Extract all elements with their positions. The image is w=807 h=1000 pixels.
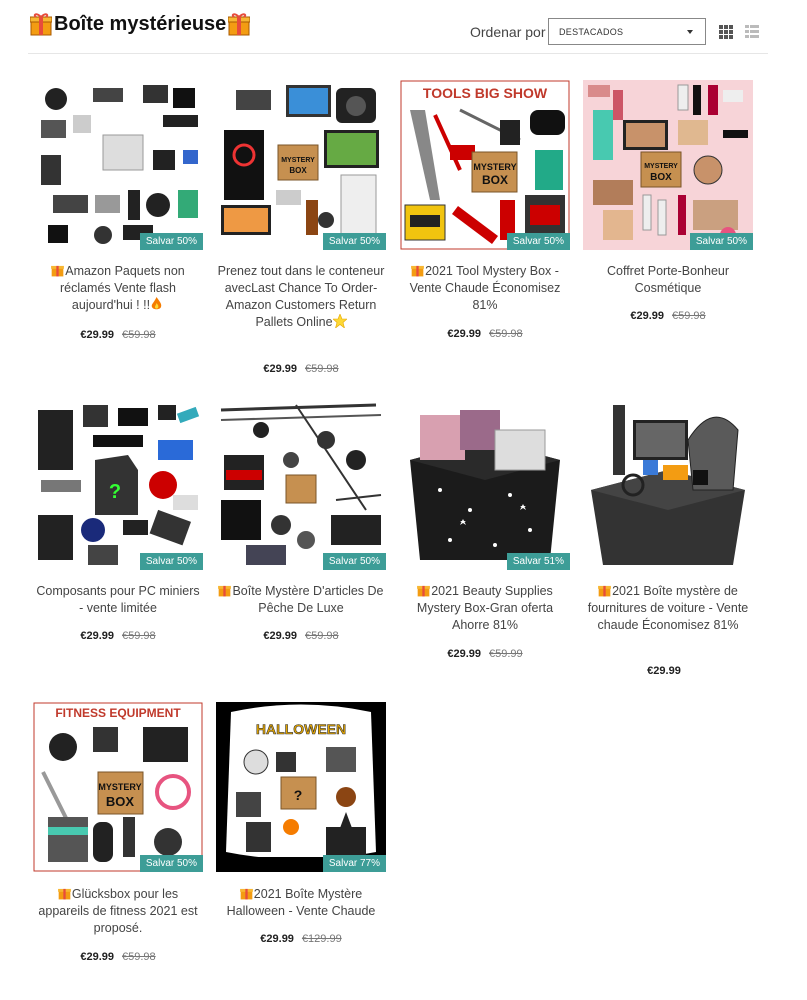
- sale-price: €29.99: [263, 363, 297, 375]
- sale-price: €29.99: [260, 933, 294, 945]
- svg-text:MYSTERY: MYSTERY: [98, 782, 141, 792]
- discount-badge: Salvar 50%: [139, 233, 203, 250]
- product-prices: €29.99 €59.99: [400, 648, 570, 660]
- sort-dropdown[interactable]: DESTACADOS: [548, 18, 706, 45]
- svg-text:?: ?: [109, 481, 121, 503]
- product-image[interactable]: FITNESS EQUIPMENT MYSTERY BOX Salvar 50%: [33, 702, 203, 872]
- svg-text:?: ?: [294, 787, 303, 803]
- collection-title: Boîte mystérieuse: [54, 12, 227, 35]
- product-image[interactable]: Salvar 50%: [216, 400, 386, 570]
- product-prices: €29.99 €59.98: [33, 630, 203, 642]
- gift-icon: [598, 583, 612, 597]
- discount-badge: Salvar 50%: [322, 553, 386, 570]
- star-icon: [331, 313, 348, 329]
- discount-badge: Salvar 77%: [322, 855, 386, 872]
- gift-icon: [228, 12, 251, 36]
- product-image[interactable]: ? Salvar 50%: [33, 400, 203, 570]
- svg-text:BOX: BOX: [106, 794, 135, 809]
- product-image[interactable]: HALLOWEEN ? Salvar 77%: [216, 702, 386, 872]
- sort-selected-value: DESTACADOS: [559, 27, 624, 37]
- sale-price: €29.99: [447, 648, 481, 660]
- discount-badge: Salvar 51%: [506, 553, 570, 570]
- sale-price: €29.99: [263, 630, 297, 642]
- compare-price: €59.98: [122, 630, 156, 642]
- product-prices: €29.99 €59.98: [33, 329, 203, 341]
- dropdown-caret-icon: [687, 30, 693, 34]
- discount-badge: Salvar 50%: [689, 233, 753, 250]
- flame-icon: [150, 297, 163, 311]
- product-image[interactable]: MYSTERY BOX Salvar 50%: [583, 80, 753, 250]
- product-title[interactable]: Coffret Porte-Bonheur Cosmétique: [583, 263, 753, 297]
- list-view-icon[interactable]: [745, 25, 759, 39]
- product-image[interactable]: TOOLS BIG SHOW MYSTERY BOX Salvar 50%: [400, 80, 570, 250]
- gift-icon: [57, 886, 71, 900]
- svg-text:BOX: BOX: [289, 166, 307, 175]
- sale-price: €29.99: [447, 328, 481, 340]
- svg-text:TOOLS BIG SHOW: TOOLS BIG SHOW: [423, 85, 548, 101]
- compare-price: €129.99: [301, 933, 342, 945]
- product-prices: €29.99 €59.98: [216, 630, 386, 642]
- product-prices: €29.99 €59.98: [583, 310, 753, 322]
- gift-icon: [30, 12, 52, 36]
- discount-badge: Salvar 50%: [139, 855, 203, 872]
- svg-text:BOX: BOX: [650, 172, 672, 183]
- svg-text:BOX: BOX: [482, 173, 508, 187]
- sale-price: €29.99: [80, 329, 114, 341]
- sale-price: €29.99: [80, 630, 114, 642]
- sale-price: €29.99: [80, 951, 114, 963]
- product-title[interactable]: 2021 Boîte Mystère Halloween - Vente Cha…: [216, 886, 386, 920]
- product-prices: €29.99 €59.98: [400, 328, 570, 340]
- grid-view-icon[interactable]: [719, 25, 733, 39]
- product-image[interactable]: [583, 400, 753, 570]
- product-image[interactable]: MYSTERY BOX Salvar 50%: [216, 80, 386, 250]
- compare-price: €59.99: [489, 648, 523, 660]
- product-prices: €29.99: [583, 665, 753, 677]
- sale-price: €29.99: [630, 310, 664, 322]
- compare-price: €59.98: [305, 363, 339, 375]
- sale-price: €29.99: [647, 665, 681, 677]
- svg-text:HALLOWEEN: HALLOWEEN: [256, 721, 346, 737]
- svg-text:MYSTERY: MYSTERY: [473, 162, 516, 172]
- svg-text:MYSTERY: MYSTERY: [644, 163, 678, 170]
- product-title[interactable]: 2021 Beauty Supplies Mystery Box-Gran of…: [400, 583, 570, 634]
- product-prices: €29.99 €59.98: [216, 363, 386, 375]
- discount-badge: Salvar 50%: [322, 233, 386, 250]
- compare-price: €59.98: [489, 328, 523, 340]
- product-image[interactable]: Salvar 50%: [33, 80, 203, 250]
- compare-price: €59.98: [122, 951, 156, 963]
- product-title[interactable]: 2021 Boîte mystère de fournitures de voi…: [583, 583, 753, 634]
- discount-badge: Salvar 50%: [139, 553, 203, 570]
- page-header: Boîte mystérieuse Ordenar por DESTACADOS: [28, 10, 768, 54]
- svg-text:FITNESS EQUIPMENT: FITNESS EQUIPMENT: [55, 706, 181, 720]
- compare-price: €59.98: [305, 630, 339, 642]
- product-prices: €29.99 €129.99: [216, 933, 386, 945]
- sort-label: Ordenar por: [470, 24, 546, 40]
- compare-price: €59.98: [122, 329, 156, 341]
- compare-price: €59.98: [672, 310, 706, 322]
- product-title[interactable]: Composants pour PC miniers - vente limit…: [33, 583, 203, 617]
- gift-icon: [239, 886, 253, 900]
- svg-text:MYSTERY: MYSTERY: [281, 157, 315, 164]
- discount-badge: Salvar 50%: [506, 233, 570, 250]
- product-title[interactable]: Glücksbox pour les appareils de fitness …: [33, 886, 203, 937]
- product-title[interactable]: Boîte Mystère D'articles De Pêche De Lux…: [216, 583, 386, 617]
- gift-icon: [218, 583, 232, 597]
- product-image[interactable]: Salvar 51%: [400, 400, 570, 570]
- gift-icon: [51, 263, 65, 277]
- gift-icon: [417, 583, 431, 597]
- product-title[interactable]: 2021 Tool Mystery Box - Vente Chaude Éco…: [400, 263, 570, 314]
- product-title[interactable]: Amazon Paquets non réclamés Vente flash …: [33, 263, 203, 314]
- product-prices: €29.99 €59.98: [33, 951, 203, 963]
- collection-title-wrap: Boîte mystérieuse: [28, 12, 252, 36]
- product-title[interactable]: Prenez tout dans le conteneur avecLast C…: [216, 263, 386, 331]
- gift-icon: [411, 263, 424, 277]
